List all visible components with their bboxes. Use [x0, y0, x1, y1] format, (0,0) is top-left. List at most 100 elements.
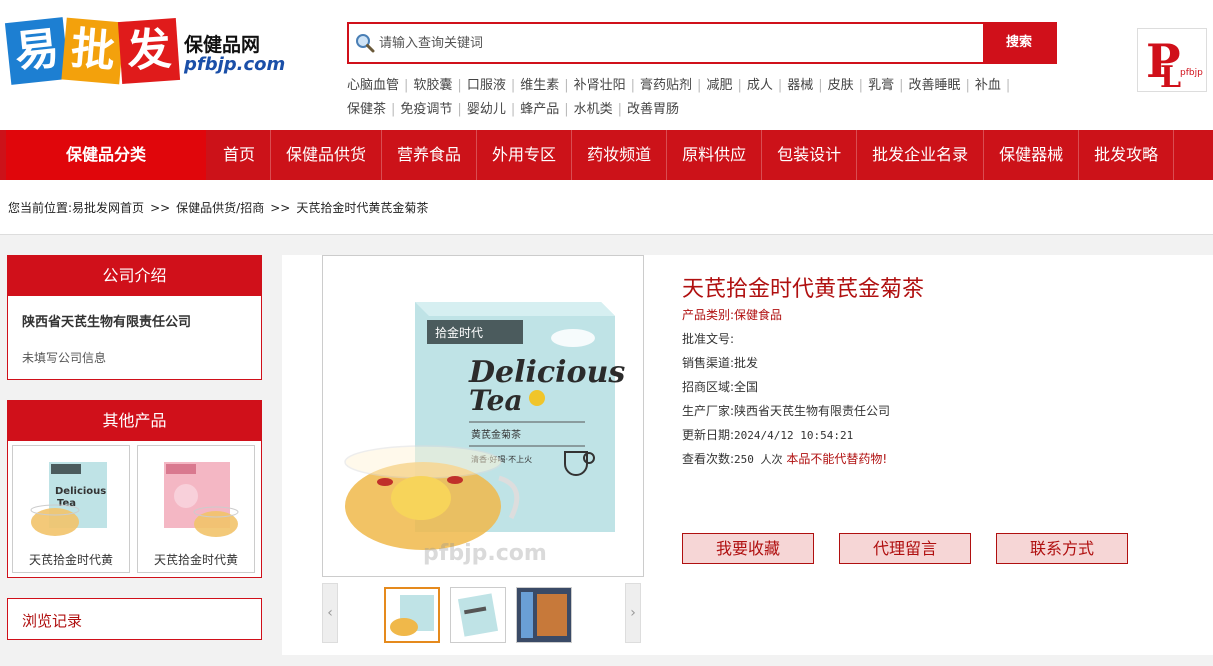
hotword-link[interactable]: 水机类	[574, 102, 613, 117]
attr-channel-value: 批发	[734, 356, 759, 370]
tea-box-image: 拾金时代 Delicious Tea 黄芪金菊茶 清香·好喝·不上火	[344, 302, 625, 550]
attr-approval-label: 批准文号:	[682, 332, 735, 346]
hotword-link[interactable]: 膏药贴剂	[640, 78, 692, 93]
hotword-link[interactable]: 心脑血管	[347, 78, 399, 93]
logo-subtitle: 保健品网	[184, 34, 261, 56]
search-bar: 搜索	[347, 22, 1057, 64]
agent-message-button[interactable]: 代理留言	[839, 533, 971, 564]
hotword-separator: |	[697, 78, 702, 93]
hotword-link[interactable]: 口服液	[467, 78, 506, 93]
attr-updated-label: 更新日期:	[682, 428, 735, 442]
image-watermark: pfbjp.com	[423, 541, 547, 566]
nav-item[interactable]: 营养食品	[382, 130, 478, 180]
logo-char-1: 易	[4, 17, 70, 85]
nav-items: 首页 保健品供货 营养食品 外用专区 药妆频道 原料供应 包装设计 批发企业名录 保健器械 批发攻…	[208, 130, 1175, 180]
svg-text:Delicious: Delicious	[55, 486, 106, 497]
thumbnail-next-arrow[interactable]: ›	[625, 583, 641, 643]
image-thumbnail-3[interactable]	[516, 587, 572, 643]
company-intro-title: 公司介绍	[8, 256, 261, 296]
attr-category: 产品类别:保健食品	[682, 303, 890, 327]
product-main-image: 拾金时代 Delicious Tea 黄芪金菊茶 清香·好喝·不上火 pfbjp…	[322, 255, 644, 577]
attr-region-value: 全国	[734, 380, 759, 394]
search-input[interactable]	[379, 24, 979, 62]
nav-item[interactable]: 原料供应	[667, 130, 763, 180]
breadcrumb-sep: >>	[270, 201, 291, 215]
search-button[interactable]: 搜索	[983, 24, 1055, 62]
breadcrumb: 您当前位置:易批发网首页 >> 保健品供货/招商 >> 天芪拾金时代黄芪金菊茶	[8, 199, 428, 216]
svg-text:Tea: Tea	[57, 498, 76, 509]
hotword-link[interactable]: 维生素	[520, 78, 559, 93]
nav-category[interactable]: 保健品分类	[6, 130, 206, 180]
attr-maker-value: 陕西省天芪生物有限责任公司	[734, 404, 891, 418]
browse-history-box: 浏览记录	[7, 598, 262, 640]
browse-history-title[interactable]: 浏览记录	[22, 610, 82, 631]
other-product-name: 天芪拾金时代黄	[153, 553, 238, 567]
product-panel: 拾金时代 Delicious Tea 黄芪金菊茶 清香·好喝·不上火 pfbjp…	[282, 255, 1213, 655]
hotword-link[interactable]: 乳膏	[868, 78, 894, 93]
attr-views-value: 250 人次	[734, 453, 783, 466]
company-info: 未填写公司信息	[22, 351, 107, 365]
breadcrumb-sep: >>	[150, 201, 171, 215]
hotword-separator: |	[391, 102, 396, 117]
hotword-separator: |	[737, 78, 742, 93]
attr-channel: 销售渠道:批发	[682, 351, 890, 375]
breadcrumb-supply[interactable]: 保健品供货/招商	[176, 201, 264, 215]
other-product-card[interactable]: 天芪拾金时代黄	[137, 445, 255, 573]
contact-button[interactable]: 联系方式	[996, 533, 1128, 564]
hotword-separator: |	[510, 102, 516, 117]
hotword-link[interactable]: 器械	[787, 78, 813, 93]
hotword-separator: |	[818, 78, 823, 93]
company-name[interactable]: 陕西省天芪生物有限责任公司	[22, 311, 191, 330]
image-thumbnail-2[interactable]	[450, 587, 506, 643]
nav-item[interactable]: 批发企业名录	[857, 130, 985, 180]
product-thumbnail	[164, 462, 239, 537]
other-product-card[interactable]: Delicious Tea 天芪拾金时代黄	[12, 445, 130, 573]
hotword-link[interactable]: 改善胃肠	[627, 102, 679, 117]
breadcrumb-home[interactable]: 易批发网首页	[72, 201, 144, 215]
favorite-button[interactable]: 我要收藏	[682, 533, 814, 564]
hotword-link[interactable]: 成人	[747, 78, 773, 93]
attr-updated: 更新日期:2024/4/12 10:54:21	[682, 423, 890, 447]
product-thumbnail: Delicious Tea	[30, 462, 107, 536]
brand-logo-text: pfbjp	[1180, 68, 1203, 78]
hotword-link[interactable]: 软胶囊	[413, 78, 452, 93]
other-products-box: 其他产品 Delicious Tea 天芪拾金时代黄 天芪拾金时代黄	[7, 400, 262, 578]
svg-text:L: L	[1160, 60, 1181, 91]
attr-views-label: 查看次数:	[682, 452, 735, 466]
hotword-link[interactable]: 皮肤	[828, 78, 854, 93]
nav-item[interactable]: 批发攻略	[1079, 130, 1175, 180]
hotword-link[interactable]: 婴幼儿	[467, 102, 506, 117]
hotword-link[interactable]: 免疫调节	[400, 102, 452, 117]
attr-views: 查看次数:250 人次 本品不能代替药物!	[682, 447, 890, 471]
company-intro-box: 公司介绍 陕西省天芪生物有限责任公司 未填写公司信息	[7, 255, 262, 380]
site-logo[interactable]: 易 批 发 保健品网 pfbjp.com	[4, 14, 285, 94]
product-attributes: 产品类别:保健食品 批准文号: 销售渠道:批发 招商区域:全国 生产厂家:陕西省…	[682, 303, 890, 471]
site-header: 易 批 发 保健品网 pfbjp.com 搜索 心脑血管 | 软胶囊 | 口服液 | 维生素…	[0, 0, 1213, 130]
thumbnail-prev-arrow[interactable]: ‹	[322, 583, 338, 643]
image-thumbnail-1[interactable]	[384, 587, 440, 643]
nav-item[interactable]: 保健器械	[984, 130, 1080, 180]
hotword-link[interactable]: 减肥	[706, 78, 732, 93]
attr-maker-label: 生产厂家:	[682, 404, 735, 418]
attr-category-value[interactable]: 保健食品	[734, 308, 782, 322]
attr-channel-label: 销售渠道:	[682, 356, 735, 370]
hotword-link[interactable]: 改善睡眠	[908, 78, 960, 93]
nav-item[interactable]: 药妆频道	[572, 130, 668, 180]
breadcrumb-current: 天芪拾金时代黄芪金菊茶	[296, 201, 429, 215]
hotword-separator: |	[404, 78, 409, 93]
nav-item[interactable]: 外用专区	[477, 130, 573, 180]
hotword-link[interactable]: 保健茶	[347, 102, 386, 117]
nav-item[interactable]: 包装设计	[762, 130, 858, 180]
hotword-link[interactable]: 补血	[975, 78, 1001, 93]
hotword-link[interactable]: 蜂产品	[520, 102, 559, 117]
attr-maker: 生产厂家:陕西省天芪生物有限责任公司	[682, 399, 890, 423]
attr-updated-value: 2024/4/12 10:54:21	[734, 429, 854, 442]
box-brand: 拾金时代	[435, 325, 483, 340]
hotword-separator: |	[630, 78, 636, 93]
hotword-separator: |	[617, 102, 623, 117]
hotword-link[interactable]: 补肾壮阳	[574, 78, 626, 93]
nav-item[interactable]: 保健品供货	[271, 130, 383, 180]
brand-logo: P L pfbjp	[1137, 28, 1207, 95]
nav-item[interactable]: 首页	[208, 130, 272, 180]
hotword-separator: |	[965, 78, 970, 93]
